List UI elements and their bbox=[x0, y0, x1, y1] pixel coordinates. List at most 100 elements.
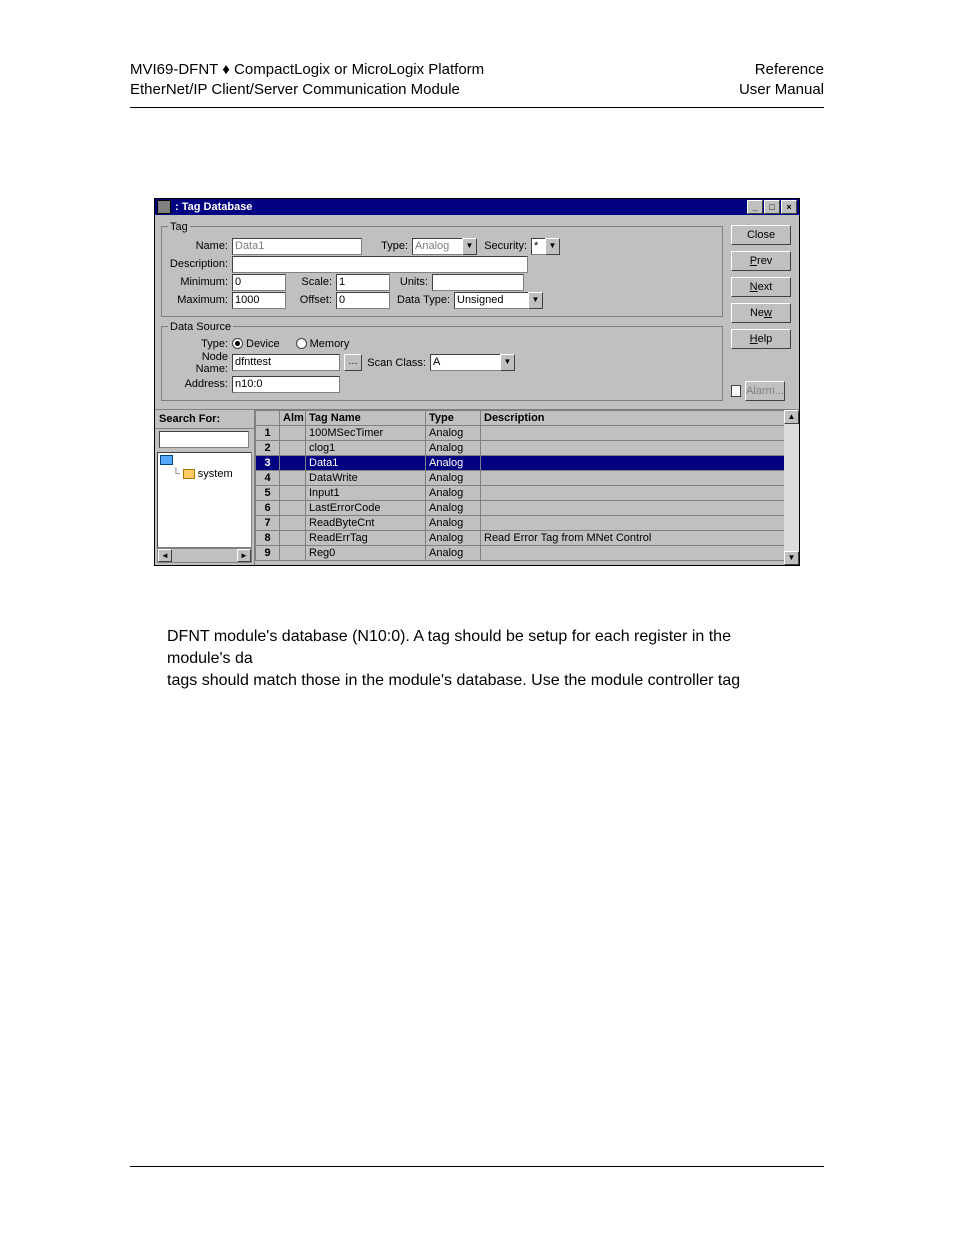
table-row[interactable]: 9 Reg0Analog bbox=[256, 545, 799, 560]
new-button[interactable]: New bbox=[731, 303, 791, 323]
scroll-down-icon[interactable]: ▼ bbox=[784, 551, 799, 565]
alarm-checkbox[interactable] bbox=[731, 385, 741, 397]
tag-grid[interactable]: Alm Tag Name Type Description 1 100MSecTi… bbox=[255, 410, 799, 561]
cell-description bbox=[481, 470, 799, 485]
scroll-right-icon[interactable]: ► bbox=[237, 549, 251, 562]
row-number: 1 bbox=[256, 425, 280, 440]
search-input[interactable] bbox=[159, 431, 249, 448]
row-number: 8 bbox=[256, 530, 280, 545]
type-combo[interactable]: Analog ▼ bbox=[412, 238, 477, 255]
title-bar[interactable]: : Tag Database _ □ × bbox=[155, 199, 799, 215]
next-button[interactable]: Next bbox=[731, 277, 791, 297]
cell-alm bbox=[280, 545, 306, 560]
chevron-down-icon[interactable]: ▼ bbox=[462, 238, 477, 255]
cell-alm bbox=[280, 500, 306, 515]
chevron-down-icon[interactable]: ▼ bbox=[528, 292, 543, 309]
cell-description bbox=[481, 500, 799, 515]
header-right-line1: Reference bbox=[739, 60, 824, 80]
cell-description bbox=[481, 455, 799, 470]
grid-v-scrollbar[interactable]: ▲ ▼ bbox=[784, 410, 799, 565]
header-right-line2: User Manual bbox=[739, 80, 824, 100]
row-number: 2 bbox=[256, 440, 280, 455]
cell-type: Analog bbox=[426, 440, 481, 455]
col-description[interactable]: Description bbox=[481, 410, 799, 425]
maximum-field[interactable]: 1000 bbox=[232, 292, 286, 309]
datatype-combo[interactable]: Unsigned Integer ▼ bbox=[454, 292, 543, 309]
cell-tag-name: Input1 bbox=[306, 485, 426, 500]
col-alm[interactable]: Alm bbox=[280, 410, 306, 425]
cell-type: Analog bbox=[426, 545, 481, 560]
tag-group: Tag Name: Data1 Type: Analog ▼ Security: bbox=[161, 221, 723, 317]
name-field[interactable]: Data1 bbox=[232, 238, 362, 255]
scroll-up-icon[interactable]: ▲ bbox=[784, 410, 799, 424]
footer-rule bbox=[130, 1166, 824, 1167]
folder-tree[interactable]: └ system bbox=[157, 452, 252, 548]
col-type[interactable]: Type bbox=[426, 410, 481, 425]
cell-tag-name: 100MSecTimer bbox=[306, 425, 426, 440]
grid-corner bbox=[256, 410, 280, 425]
cell-tag-name: clog1 bbox=[306, 440, 426, 455]
address-field[interactable]: n10:0 bbox=[232, 376, 340, 393]
minimize-button[interactable]: _ bbox=[747, 200, 763, 214]
data-source-group: Data Source Type: Device Memory bbox=[161, 321, 723, 401]
cell-description bbox=[481, 485, 799, 500]
scroll-left-icon[interactable]: ◄ bbox=[158, 549, 172, 562]
table-row[interactable]: 2 clog1Analog bbox=[256, 440, 799, 455]
tree-item-label: system bbox=[198, 468, 233, 480]
description-label: Description: bbox=[168, 258, 228, 270]
description-field[interactable] bbox=[232, 256, 528, 273]
minimum-label: Minimum: bbox=[168, 276, 228, 288]
address-label: Address: bbox=[168, 378, 228, 390]
cell-alm bbox=[280, 440, 306, 455]
scale-label: Scale: bbox=[290, 276, 332, 288]
table-row[interactable]: 1100MSecTimerAnalog bbox=[256, 425, 799, 440]
table-row[interactable]: 8ReadErrTagAnalogRead Error Tag from MNe… bbox=[256, 530, 799, 545]
units-label: Units: bbox=[394, 276, 428, 288]
close-window-button[interactable]: × bbox=[781, 200, 797, 214]
close-button[interactable]: Close bbox=[731, 225, 791, 245]
table-row[interactable]: 5Input1Analog bbox=[256, 485, 799, 500]
units-field[interactable] bbox=[432, 274, 524, 291]
table-row[interactable]: 3Data1Analog bbox=[256, 455, 799, 470]
minimum-field[interactable]: 0 bbox=[232, 274, 286, 291]
cell-type: Analog bbox=[426, 470, 481, 485]
security-combo[interactable]: * ▼ bbox=[531, 238, 560, 255]
chevron-down-icon[interactable]: ▼ bbox=[500, 354, 515, 371]
cell-type: Analog bbox=[426, 455, 481, 470]
window-title: : Tag Database bbox=[175, 201, 747, 213]
cell-description bbox=[481, 425, 799, 440]
cell-description: Read Error Tag from MNet Control bbox=[481, 530, 799, 545]
table-row[interactable]: 6LastErrorCodeAnalog bbox=[256, 500, 799, 515]
node-name-field[interactable]: dfnttest bbox=[232, 354, 340, 371]
cell-alm bbox=[280, 515, 306, 530]
scale-field[interactable]: 1 bbox=[336, 274, 390, 291]
maximize-button[interactable]: □ bbox=[764, 200, 780, 214]
help-button[interactable]: Help bbox=[731, 329, 791, 349]
offset-field[interactable]: 0 bbox=[336, 292, 390, 309]
radio-device[interactable]: Device bbox=[232, 338, 280, 350]
cell-description bbox=[481, 545, 799, 560]
app-icon bbox=[157, 200, 171, 214]
cell-tag-name: Data1 bbox=[306, 455, 426, 470]
radio-memory[interactable]: Memory bbox=[296, 338, 350, 350]
row-number: 5 bbox=[256, 485, 280, 500]
tree-h-scrollbar[interactable]: ◄ ► bbox=[157, 548, 252, 563]
prev-button[interactable]: Prev bbox=[731, 251, 791, 271]
radio-dot-icon bbox=[232, 338, 243, 349]
cell-alm bbox=[280, 455, 306, 470]
scan-class-combo[interactable]: A ▼ bbox=[430, 354, 515, 371]
col-tag-name[interactable]: Tag Name bbox=[306, 410, 426, 425]
security-label: Security: bbox=[481, 240, 527, 252]
node-name-label: Node Name: bbox=[168, 351, 228, 375]
cell-alm bbox=[280, 425, 306, 440]
search-for-label: Search For: bbox=[155, 410, 254, 429]
cell-tag-name: Reg0 bbox=[306, 545, 426, 560]
table-row[interactable]: 7ReadByteCntAnalog bbox=[256, 515, 799, 530]
chevron-down-icon[interactable]: ▼ bbox=[545, 238, 560, 255]
cell-tag-name: ReadErrTag bbox=[306, 530, 426, 545]
row-number: 9 bbox=[256, 545, 280, 560]
node-browse-button[interactable]: … bbox=[344, 354, 362, 371]
table-row[interactable]: 4DataWriteAnalog bbox=[256, 470, 799, 485]
cell-tag-name: DataWrite bbox=[306, 470, 426, 485]
tag-group-legend: Tag bbox=[168, 221, 190, 233]
